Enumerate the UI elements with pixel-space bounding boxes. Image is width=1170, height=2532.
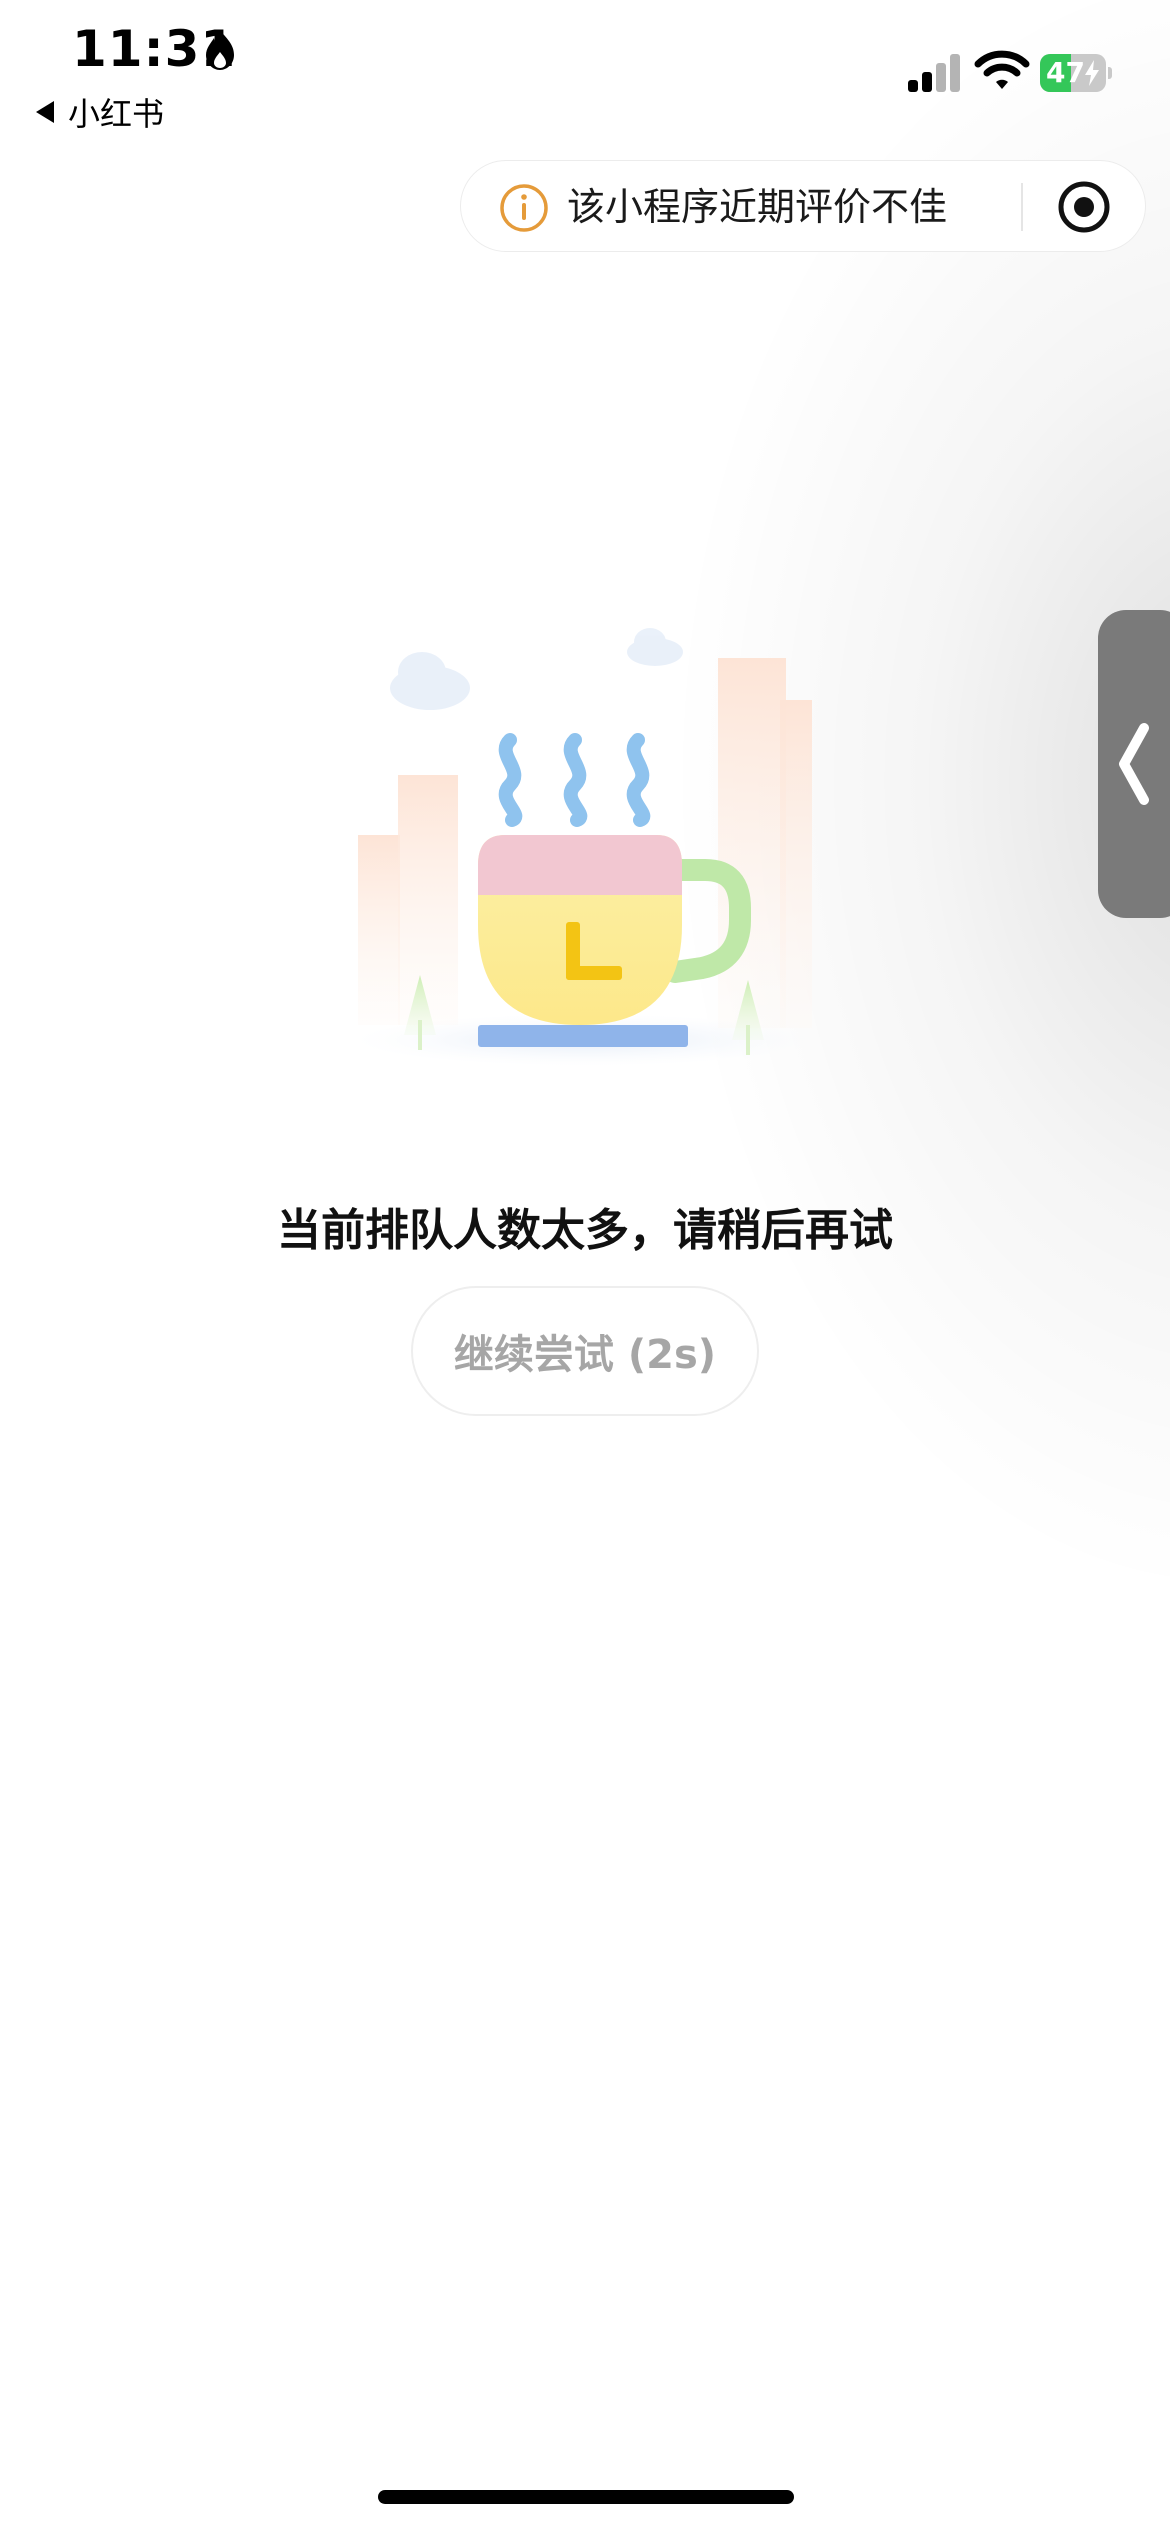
queue-busy-message: 当前排队人数太多，请稍后再试 — [277, 1205, 893, 1256]
info-icon[interactable] — [499, 183, 549, 233]
building-left-tall — [398, 775, 458, 1025]
cellular-signal-icon — [908, 54, 960, 92]
building-left-low — [358, 835, 400, 1025]
steam-lines — [498, 733, 651, 827]
tree-right-trunk — [746, 1025, 750, 1055]
flame-icon — [206, 30, 234, 70]
clock-hand-horizontal — [566, 966, 622, 980]
battery-cap — [1108, 67, 1112, 79]
rating-warning-text[interactable]: 该小程序近期评价不佳 — [567, 181, 947, 233]
cup-lid-band — [478, 835, 682, 895]
charging-bolt-icon — [1085, 60, 1099, 86]
battery-indicator: 47 — [1040, 54, 1112, 92]
cup-saucer — [478, 1025, 688, 1047]
tree-left-trunk — [418, 1020, 422, 1050]
chevron-left-icon — [1119, 723, 1149, 805]
building-right-low — [780, 700, 812, 1028]
record-icon[interactable] — [1057, 180, 1111, 234]
back-to-app-link[interactable]: 小红书 — [36, 90, 164, 134]
home-indicator[interactable] — [378, 2490, 794, 2504]
cup-handle — [664, 859, 751, 983]
building-right-tall — [718, 658, 786, 1028]
retry-button[interactable]: 继续尝试 (2s) — [411, 1286, 759, 1416]
cloud-left — [390, 652, 470, 710]
capsule-divider — [1021, 183, 1023, 231]
background-shadow — [0, 0, 1170, 2532]
battery-body: 47 — [1040, 54, 1106, 92]
wifi-icon — [974, 50, 1030, 89]
back-arrow-icon — [36, 101, 54, 123]
side-drawer-handle[interactable] — [1098, 610, 1170, 918]
cloud-right — [627, 628, 683, 666]
back-app-label: 小红书 — [68, 95, 165, 133]
coffee-cup-illustration — [355, 628, 815, 1066]
battery-level-text: 47 — [1046, 56, 1085, 89]
mini-program-capsule: 该小程序近期评价不佳 — [460, 160, 1146, 252]
